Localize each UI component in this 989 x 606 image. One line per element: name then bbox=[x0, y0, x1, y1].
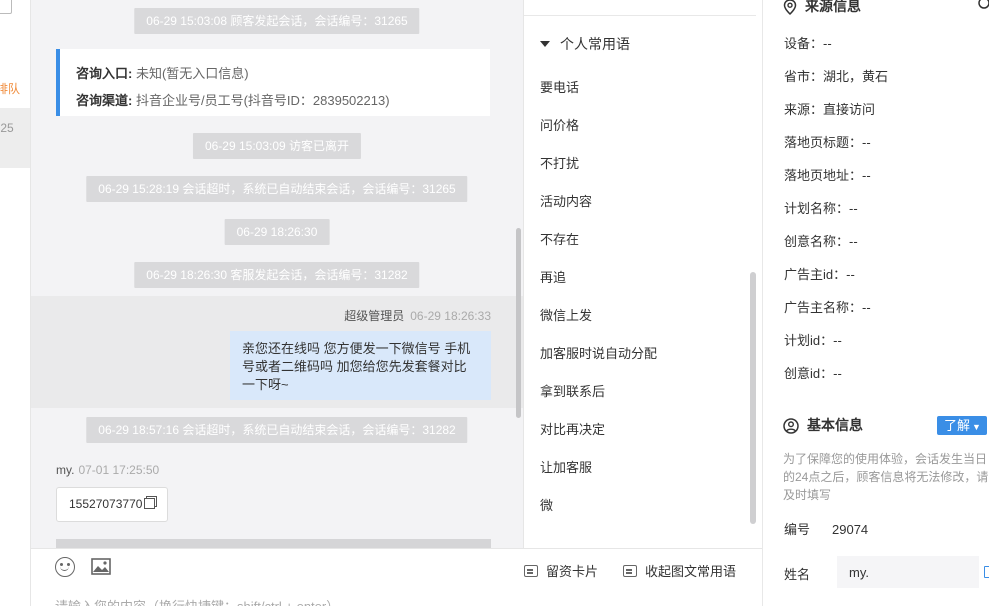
phrase-item[interactable]: 加客服时说自动分配 bbox=[540, 335, 657, 373]
agent-name: 超级管理员 bbox=[344, 309, 405, 323]
quick-phrases-panel: 个人常用语 要电话 问价格 不打扰 活动内容 不存在 再追 微信上发 加客服时说… bbox=[523, 0, 762, 548]
visitor-info-panel: 来源信息 设备：-- 省市：湖北，黄石 来源：直接访问 落地页标题：-- 落地页… bbox=[762, 0, 989, 606]
visitor-message-time: 07-01 17:25:50 bbox=[78, 463, 160, 477]
phrase-item[interactable]: 拿到联系后 bbox=[540, 373, 657, 411]
channel-value: 抖音企业号/员工号(抖音号ID：2839502213) bbox=[135, 93, 390, 108]
visitor-message-text: 15527073770 bbox=[69, 497, 143, 511]
location-edit-icon[interactable] bbox=[977, 0, 989, 11]
conversation-time: :25 bbox=[0, 121, 14, 135]
edit-notice: 为了保障您的使用体验，会话发生当日的24点之后，顾客信息将无法修改，请及时填写 bbox=[783, 452, 989, 502]
source-row-origin: 来源：直接访问 bbox=[784, 102, 876, 117]
queue-label[interactable]: 排队 bbox=[0, 80, 20, 97]
consult-info-card: 咨询入口: 未知(暂无入口信息) 咨询渠道: 抖音企业号/员工号(抖音号ID：2… bbox=[56, 49, 490, 116]
source-row-landing-url: 落地页地址：-- bbox=[784, 168, 871, 183]
agent-message-bubble: 亲您还在线吗 您方便发一下微信号 手机号或者二维码吗 加您给您先发套餐对比一下呀… bbox=[230, 331, 491, 400]
customer-id-value: 29074 bbox=[832, 522, 869, 537]
basic-section-title: 基本信息 bbox=[783, 415, 863, 435]
system-message: 06-29 15:28:19 会话超时，系统已自动结束会话，会话编号：31265 bbox=[86, 176, 468, 202]
conversation-list-sliver: 排队 :25 bbox=[0, 0, 31, 606]
message-input[interactable]: 请输入您的内容（换行快捷键：shift/ctrl + enter） bbox=[55, 596, 339, 606]
visitor-name: my. bbox=[56, 463, 75, 477]
phrase-item[interactable]: 微信上发 bbox=[540, 297, 657, 335]
image-icon[interactable] bbox=[91, 558, 111, 575]
source-row-advertiser-id: 广告主id：-- bbox=[784, 267, 855, 282]
phrase-item[interactable]: 不打扰 bbox=[540, 145, 657, 183]
learn-more-button[interactable]: 了解 ▼ bbox=[937, 416, 987, 435]
system-message: 06-29 18:26:30 bbox=[224, 219, 330, 245]
phrase-group-header[interactable]: 个人常用语 bbox=[540, 34, 630, 54]
emoji-icon[interactable] bbox=[55, 557, 75, 577]
system-message: 06-29 15:03:08 顾客发起会话，会话编号：31265 bbox=[134, 8, 420, 34]
phrase-group-label: 个人常用语 bbox=[560, 36, 630, 52]
source-row-plan-name: 计划名称：-- bbox=[784, 201, 858, 216]
customer-id-label: 编号 bbox=[784, 522, 811, 537]
phrase-item[interactable]: 不存在 bbox=[540, 221, 657, 259]
agent-message-time: 06-29 18:26:33 bbox=[410, 309, 491, 323]
source-row-device: 设备：-- bbox=[784, 36, 832, 51]
source-row-region: 省市：湖北，黄石 bbox=[784, 69, 889, 84]
source-row-landing-title: 落地页标题：-- bbox=[784, 135, 871, 150]
phrase-item[interactable]: 对比再决定 bbox=[540, 411, 657, 449]
customer-id-row: 编号 29074 bbox=[784, 519, 868, 538]
message-input-area: 留资卡片 收起图文常用语 请输入您的内容（换行快捷键：shift/ctrl + … bbox=[31, 548, 762, 606]
phrase-item[interactable]: 活动内容 bbox=[540, 183, 657, 221]
dropdown-caret-icon: ▼ bbox=[972, 422, 981, 432]
phrase-item[interactable]: 问价格 bbox=[540, 107, 657, 145]
entry-label: 咨询入口: bbox=[76, 66, 133, 81]
lead-card-button[interactable]: 留资卡片 bbox=[524, 561, 598, 580]
agent-message-meta: 超级管理员 06-29 18:26:33 bbox=[344, 307, 491, 324]
phrases-scrollbar[interactable] bbox=[750, 272, 756, 524]
source-section-title: 来源信息 bbox=[783, 0, 861, 16]
basic-title-text: 基本信息 bbox=[807, 417, 863, 433]
entry-value: 未知(暂无入口信息) bbox=[135, 66, 249, 81]
copy-icon[interactable] bbox=[984, 566, 989, 578]
caret-down-icon bbox=[540, 41, 550, 47]
collapse-phrases-label: 收起图文常用语 bbox=[645, 564, 737, 579]
copy-icon[interactable] bbox=[144, 498, 156, 509]
channel-label: 咨询渠道: bbox=[76, 93, 133, 108]
chat-scrollbar[interactable] bbox=[516, 228, 521, 418]
lead-card-label: 留资卡片 bbox=[546, 564, 599, 579]
phrase-item[interactable]: 要电话 bbox=[540, 69, 657, 107]
divider bbox=[524, 15, 756, 16]
source-row-creative-id: 创意id：-- bbox=[784, 366, 842, 381]
next-message-bubble bbox=[56, 539, 491, 548]
customer-name-input[interactable] bbox=[837, 556, 979, 588]
phrase-item[interactable]: 再追 bbox=[540, 259, 657, 297]
source-row-plan-id: 计划id：-- bbox=[784, 333, 842, 348]
source-row-advertiser-name: 广告主名称：-- bbox=[784, 300, 871, 315]
collapse-phrases-button[interactable]: 收起图文常用语 bbox=[623, 561, 736, 580]
customer-name-label: 姓名 bbox=[784, 567, 811, 582]
system-message: 06-29 18:57:16 会话超时，系统已自动结束会话，会话编号：31282 bbox=[86, 417, 468, 443]
visitor-message-meta: my. 07-01 17:25:50 bbox=[56, 463, 159, 477]
system-message: 06-29 15:03:09 访客已离开 bbox=[192, 133, 362, 159]
user-circle-icon bbox=[783, 418, 799, 435]
phrases-icon bbox=[623, 565, 637, 577]
source-title-text: 来源信息 bbox=[805, 0, 861, 14]
system-message: 06-29 18:26:30 客服发起会话，会话编号：31282 bbox=[134, 262, 420, 288]
card-icon bbox=[524, 565, 538, 577]
source-info-list: 设备：-- 省市：湖北，黄石 来源：直接访问 落地页标题：-- 落地页地址：--… bbox=[784, 30, 888, 393]
learn-more-label: 了解 bbox=[944, 418, 971, 433]
source-row-creative-name: 创意名称：-- bbox=[784, 234, 858, 249]
location-pin-icon bbox=[783, 0, 797, 16]
checkbox[interactable] bbox=[0, 0, 12, 14]
selected-conversation[interactable] bbox=[0, 108, 30, 168]
phrase-item[interactable]: 让加客服 bbox=[540, 449, 657, 487]
visitor-message-bubble: 15527073770 bbox=[56, 487, 169, 522]
phrase-item[interactable]: 微 bbox=[540, 487, 657, 525]
phrase-list: 要电话 问价格 不打扰 活动内容 不存在 再追 微信上发 加客服时说自动分配 拿… bbox=[540, 69, 657, 525]
chat-transcript: 06-29 15:03:08 顾客发起会话，会话编号：31265 咨询入口: 未… bbox=[31, 0, 523, 548]
